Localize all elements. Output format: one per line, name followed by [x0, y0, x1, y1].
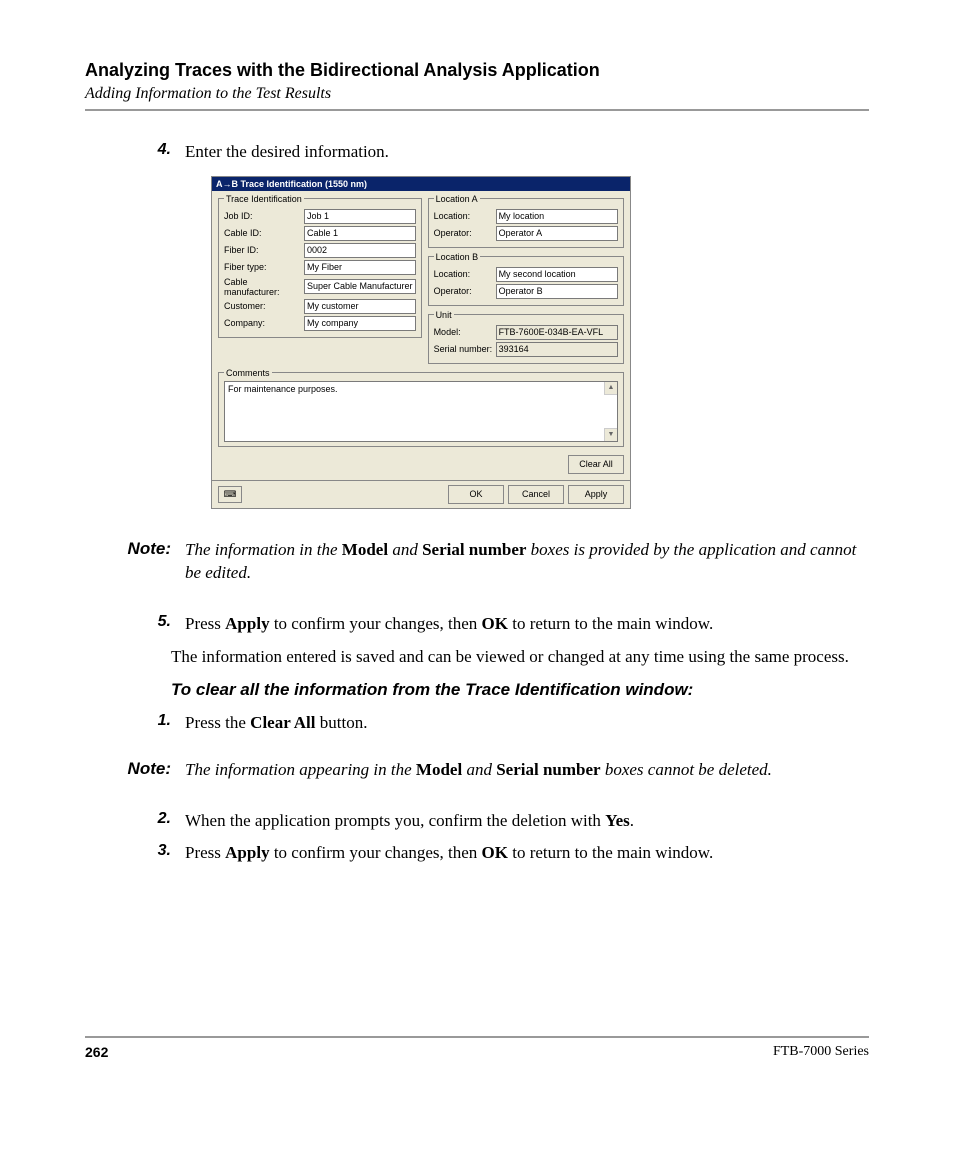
company-label: Company:	[224, 318, 304, 328]
cable-id-input[interactable]: Cable 1	[304, 226, 416, 241]
sn-label: Serial number:	[434, 344, 496, 354]
sn-input: 393164	[496, 342, 618, 357]
clear-step-2-number: 2.	[158, 810, 171, 827]
job-id-label: Job ID:	[224, 211, 304, 221]
scroll-up-icon[interactable]: ▲	[604, 382, 617, 395]
comments-input[interactable]: For maintenance purposes. ▲ ▼	[224, 381, 618, 442]
op-a-input[interactable]: Operator A	[496, 226, 618, 241]
location-a-group: Location A Location:My location Operator…	[428, 194, 624, 248]
loc-b-label: Location:	[434, 269, 496, 279]
fiber-type-label: Fiber type:	[224, 262, 304, 272]
step-5-number: 5.	[158, 613, 171, 630]
saved-paragraph: The information entered is saved and can…	[171, 646, 869, 669]
note-1-text: The information in the Model and Serial …	[185, 539, 869, 585]
step-4-number: 4.	[158, 141, 171, 158]
note-2-label: Note:	[128, 759, 171, 778]
loc-a-label: Location:	[434, 211, 496, 221]
op-a-label: Operator:	[434, 228, 496, 238]
job-id-input[interactable]: Job 1	[304, 209, 416, 224]
model-label: Model:	[434, 327, 496, 337]
clear-step-3-number: 3.	[158, 842, 171, 859]
comments-text: For maintenance purposes.	[228, 384, 338, 394]
company-input[interactable]: My company	[304, 316, 416, 331]
apply-button[interactable]: Apply	[568, 485, 624, 504]
fiber-id-label: Fiber ID:	[224, 245, 304, 255]
comments-legend: Comments	[224, 368, 272, 378]
page-number: 262	[85, 1044, 108, 1060]
clear-step-1-number: 1.	[158, 712, 171, 729]
step-4-text: Enter the desired information.	[185, 141, 869, 164]
trace-id-legend: Trace Identification	[224, 194, 304, 204]
comments-group: Comments For maintenance purposes. ▲ ▼	[218, 368, 624, 447]
clear-all-button[interactable]: Clear All	[568, 455, 624, 474]
keyboard-icon[interactable]: ⌨	[218, 486, 242, 503]
op-b-input[interactable]: Operator B	[496, 284, 618, 299]
customer-label: Customer:	[224, 301, 304, 311]
clear-step-3-text: Press Apply to confirm your changes, the…	[185, 842, 869, 865]
op-b-label: Operator:	[434, 286, 496, 296]
cable-id-label: Cable ID:	[224, 228, 304, 238]
unit-legend: Unit	[434, 310, 454, 320]
step-5-text: Press Apply to confirm your changes, the…	[185, 613, 869, 636]
trace-id-dialog: A→B Trace Identification (1550 nm) Trace…	[211, 176, 631, 509]
loc-b-input[interactable]: My second location	[496, 267, 618, 282]
ok-button[interactable]: OK	[448, 485, 504, 504]
note-1-label: Note:	[128, 539, 171, 558]
scroll-down-icon[interactable]: ▼	[604, 428, 617, 441]
chapter-subtitle: Adding Information to the Test Results	[85, 85, 869, 103]
clear-step-1-text: Press the Clear All button.	[185, 712, 869, 735]
header-rule	[85, 109, 869, 111]
customer-input[interactable]: My customer	[304, 299, 416, 314]
unit-group: Unit Model:FTB-7600E-034B-EA-VFL Serial …	[428, 310, 624, 364]
clear-step-2-text: When the application prompts you, confir…	[185, 810, 869, 833]
page-footer: 262 FTB-7000 Series	[85, 1036, 869, 1060]
cable-mfr-input[interactable]: Super Cable Manufacturer	[304, 279, 416, 294]
fiber-type-input[interactable]: My Fiber	[304, 260, 416, 275]
location-b-group: Location B Location:My second location O…	[428, 252, 624, 306]
clear-subhead: To clear all the information from the Tr…	[171, 679, 869, 702]
trace-identification-group: Trace Identification Job ID:Job 1 Cable …	[218, 194, 422, 338]
model-input: FTB-7600E-034B-EA-VFL	[496, 325, 618, 340]
cancel-button[interactable]: Cancel	[508, 485, 564, 504]
loc-a-input[interactable]: My location	[496, 209, 618, 224]
location-a-legend: Location A	[434, 194, 480, 204]
fiber-id-input[interactable]: 0002	[304, 243, 416, 258]
cable-mfr-label: Cable manufacturer:	[224, 277, 304, 297]
location-b-legend: Location B	[434, 252, 481, 262]
dialog-title: A→B Trace Identification (1550 nm)	[212, 177, 630, 191]
chapter-title: Analyzing Traces with the Bidirectional …	[85, 60, 869, 81]
series-label: FTB-7000 Series	[773, 1044, 869, 1060]
note-2-text: The information appearing in the Model a…	[185, 759, 869, 782]
